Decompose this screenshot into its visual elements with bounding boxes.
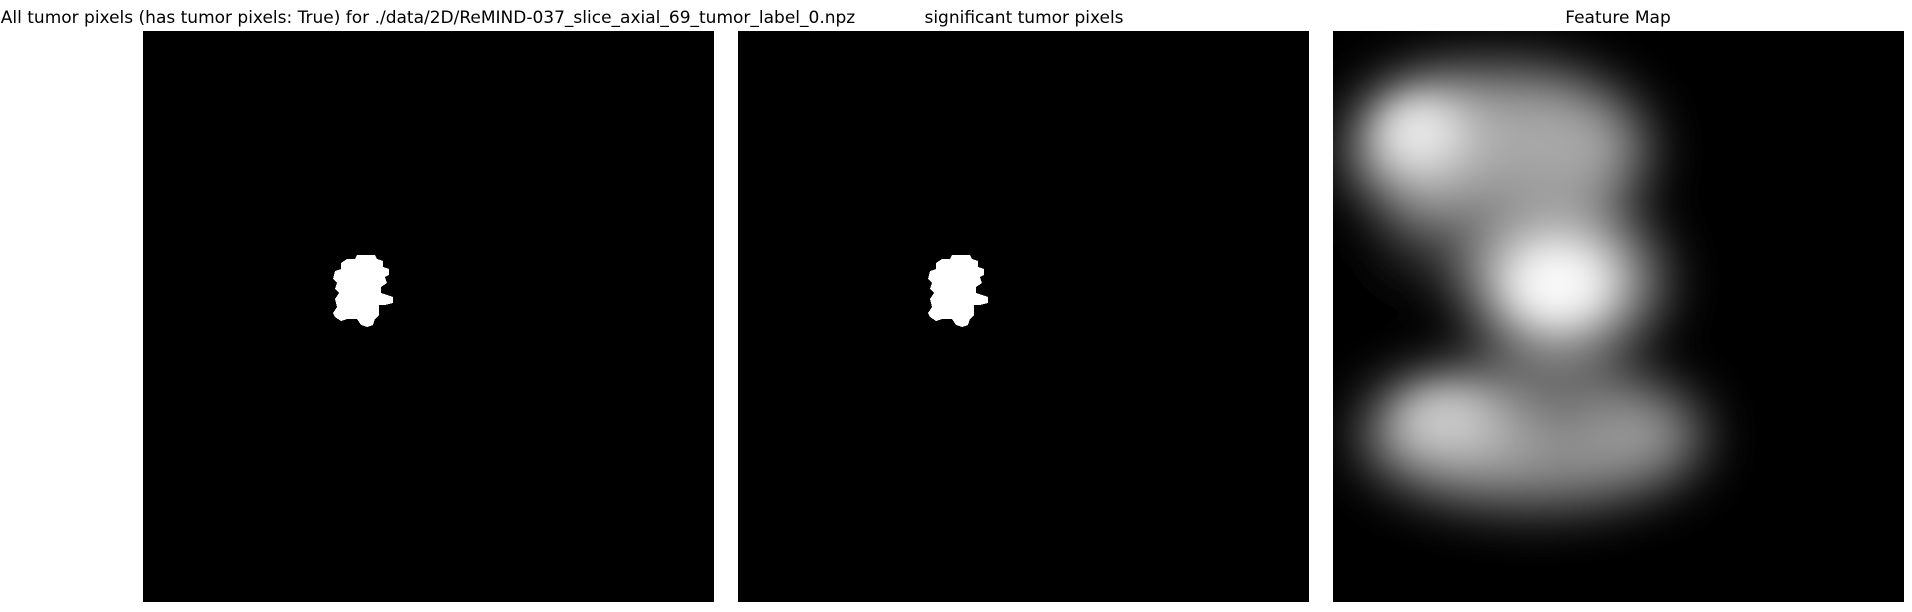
panel-title-feature-map: Feature Map: [1565, 8, 1671, 28]
feature-map-image: [1333, 31, 1904, 602]
all-tumor-pixels-image: [143, 31, 714, 602]
panel-title-all-tumor-pixels: All tumor pixels (has tumor pixels: True…: [0, 8, 856, 28]
significant-tumor-pixels-image: [738, 31, 1309, 602]
panel-title-significant-tumor-pixels: significant tumor pixels: [924, 8, 1124, 28]
mask-background: [143, 31, 714, 602]
mask-background: [738, 31, 1309, 602]
